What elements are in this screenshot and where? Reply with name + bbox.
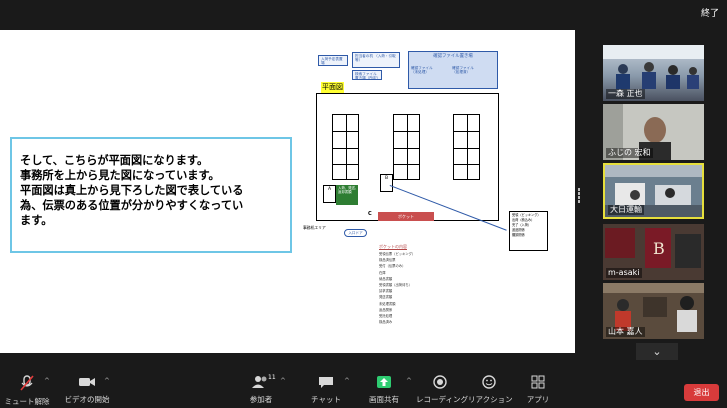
- cabinet-b: B: [380, 174, 393, 192]
- participant-count: 11: [268, 374, 276, 381]
- toolbar-label: 参加者: [249, 395, 273, 404]
- blue-tag: 入荷予定表置場: [318, 55, 348, 66]
- exit-fullscreen-button[interactable]: 終了: [701, 6, 719, 19]
- caret-up-icon[interactable]: ^: [280, 377, 286, 385]
- record-icon: [416, 375, 464, 393]
- start-video-button[interactable]: ビデオの開始 ^: [62, 375, 112, 405]
- toolbar-label: チャット: [311, 395, 341, 404]
- resize-handle[interactable]: [578, 187, 582, 205]
- callout-line: 為、伝票のある位置が分かりやすくなってい: [20, 199, 244, 212]
- participant-name: 山本 嘉人: [606, 327, 645, 337]
- desk-block: [393, 114, 420, 180]
- participant-name: m-asaki: [606, 268, 642, 278]
- pocket-bar: ポケット: [378, 212, 434, 221]
- callout-line: 平面図は真上から見下ろした図で表している: [20, 184, 244, 197]
- title-bar: 終了: [0, 0, 727, 30]
- side-list-box: 受領（ピッキング） 出荷（積込み） 完了（入荷） 返品関係 棚卸関係: [509, 211, 548, 251]
- callout-line: ます。: [20, 214, 53, 227]
- cabinet-c: C: [368, 211, 372, 217]
- side-list-item: 棚卸関係: [512, 233, 525, 237]
- plan-label: 平面図: [321, 82, 344, 93]
- participant-tile[interactable]: B m-asaki: [603, 224, 704, 280]
- blue-tag: 担当者の机 （入荷・引取等）: [352, 52, 400, 68]
- participants-button[interactable]: 11 参加者 ^: [244, 374, 286, 405]
- chat-icon: [310, 375, 342, 393]
- entrance-pill: 入口ドア: [344, 229, 367, 237]
- tag-title: 確認ファイル置き場: [433, 54, 473, 59]
- apps-button[interactable]: アプリ: [524, 375, 552, 405]
- chevron-down-icon[interactable]: ⌄: [636, 343, 678, 360]
- record-button[interactable]: レコーディング: [416, 375, 468, 405]
- toolbar-label: レコーディング: [416, 395, 468, 404]
- reactions-button[interactable]: リアクション: [468, 375, 513, 405]
- tag-line: 確認ファイル （未処理）: [411, 66, 433, 75]
- green-document-box: 入荷、発送、 返却書類: [336, 185, 358, 205]
- share-screen-icon: [364, 375, 404, 393]
- pocket-list-item: 検品済み: [379, 320, 393, 325]
- callout-line: そして、こちらが平面図になります。: [20, 154, 209, 167]
- slide-callout-box: そして、こちらが平面図になります。 事務所を上から見た図になっています。 平面図…: [10, 137, 292, 253]
- participant-tile-active[interactable]: 大日運輸: [603, 163, 704, 219]
- toolbar-label: アプリ: [526, 395, 550, 404]
- participant-tile[interactable]: 山本 嘉人: [603, 283, 704, 339]
- desk-block: [453, 114, 480, 180]
- participant-tile[interactable]: ふじの 宏和: [603, 104, 704, 160]
- participant-name: 一森 正也: [606, 89, 645, 99]
- apps-icon: [524, 375, 552, 393]
- cabinet-a: A: [323, 185, 336, 203]
- caret-up-icon[interactable]: ^: [44, 377, 50, 385]
- chat-button[interactable]: チャット ^: [310, 375, 350, 405]
- share-screen-button[interactable]: 画面共有 ^: [364, 375, 412, 405]
- pocket-contents-list: ポケットの内容 受領伝票（ピッキング） 検品済伝票 受付（伝票のみ） 在庫 納品…: [379, 243, 439, 325]
- leave-meeting-button[interactable]: 退出: [684, 384, 719, 401]
- participant-tile[interactable]: 一森 正也: [603, 45, 704, 101]
- tag-line: 確認ファイル （処理済）: [452, 66, 474, 75]
- left-small-label: 事務机エリア: [303, 225, 326, 230]
- desk-block: [332, 114, 359, 180]
- participant-name: 大日運輸: [608, 205, 644, 215]
- reaction-icon: [468, 375, 510, 393]
- blue-tag: 検索ファイル 置き場（所定）: [352, 70, 382, 80]
- caret-up-icon[interactable]: ^: [344, 377, 350, 385]
- svg-text:B: B: [653, 239, 665, 258]
- pocket-list-title: ポケットの内容: [379, 244, 407, 249]
- toolbar-label: ビデオの開始: [64, 395, 110, 404]
- unmute-button[interactable]: ミュート解除 ^: [4, 375, 50, 407]
- confirmation-file-tag: 確認ファイル置き場 確認ファイル （未処理） 確認ファイル （処理済）: [408, 51, 498, 89]
- participant-name: ふじの 宏和: [606, 148, 653, 158]
- caret-up-icon[interactable]: ^: [406, 377, 412, 385]
- toolbar-label: 画面共有: [369, 395, 399, 404]
- toolbar-label: ミュート解除: [4, 397, 50, 406]
- caret-up-icon[interactable]: ^: [104, 377, 110, 385]
- toolbar-label: リアクション: [468, 395, 513, 404]
- callout-line: 事務所を上から見た図になっています。: [20, 169, 220, 182]
- meeting-toolbar: ミュート解除 ^ ビデオの開始 ^ 11 参加者 ^ チャット ^ 画面共有 ^…: [0, 371, 727, 408]
